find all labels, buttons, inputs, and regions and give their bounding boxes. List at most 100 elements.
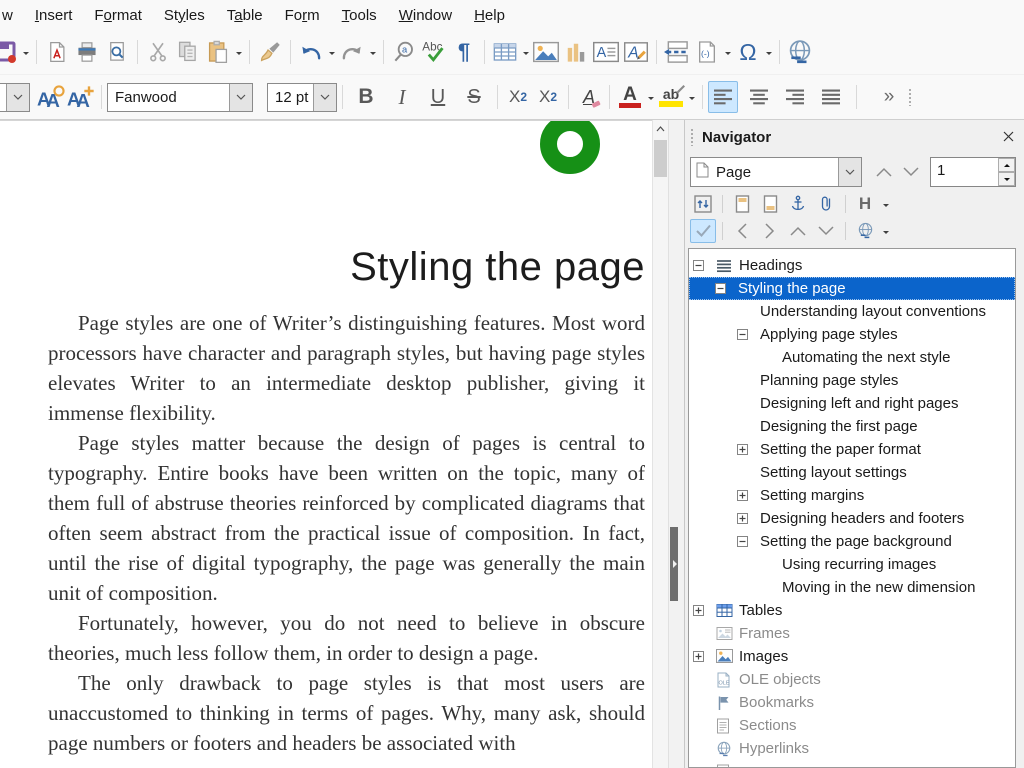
insert-field-dropdown[interactable] (722, 37, 733, 67)
clone-formatting-icon[interactable] (255, 36, 285, 68)
paste-dropdown[interactable] (233, 37, 244, 67)
back-icon[interactable] (729, 219, 755, 243)
align-center-button[interactable] (744, 81, 774, 113)
tree-item-styling-the-page[interactable]: Styling the page (689, 277, 1015, 300)
tree-item-sections[interactable]: Sections (689, 714, 1015, 737)
tree-item-hyperlinks[interactable]: Hyperlinks (689, 737, 1015, 760)
menu-item-table[interactable]: Table (216, 3, 274, 28)
subscript-button[interactable]: X2 (533, 81, 563, 113)
insert-text-box-icon[interactable]: A (591, 36, 621, 68)
tree-item-bookmarks[interactable]: Bookmarks (689, 691, 1015, 714)
expand-expander-icon[interactable] (693, 605, 704, 616)
export-pdf-icon[interactable] (42, 36, 72, 68)
insert-image-icon[interactable] (531, 36, 561, 68)
special-character-dropdown[interactable] (763, 37, 774, 67)
tree-item-images[interactable]: Images (689, 645, 1015, 668)
font-name-dropdown[interactable] (229, 84, 252, 111)
navigator-close-icon[interactable] (1003, 129, 1014, 146)
tree-item-setting-margins[interactable]: Setting margins (689, 484, 1015, 507)
insert-page-break-icon[interactable] (662, 36, 692, 68)
highlight-color-dropdown[interactable] (686, 82, 697, 112)
tree-item-applying-page-styles[interactable]: Applying page styles (689, 323, 1015, 346)
set-reminder-icon[interactable] (813, 192, 839, 216)
toolbar-grip[interactable] (908, 88, 912, 106)
update-style-icon[interactable]: AA (36, 81, 66, 113)
insert-table-icon[interactable] (490, 36, 520, 68)
justify-button[interactable] (816, 81, 846, 113)
tree-item-partial[interactable] (689, 760, 1015, 768)
copy-icon[interactable] (173, 36, 203, 68)
insert-field-icon[interactable]: (-) (692, 36, 722, 68)
insert-table-dropdown[interactable] (520, 37, 531, 67)
list-box-toggle-icon[interactable] (690, 219, 716, 243)
menu-item-styles[interactable]: Styles (153, 3, 216, 28)
undo-icon[interactable] (296, 36, 326, 68)
save-icon[interactable] (0, 36, 20, 68)
paragraph-style-combobox[interactable] (0, 83, 30, 112)
header-icon[interactable] (729, 192, 755, 216)
font-size-dropdown[interactable] (313, 84, 336, 111)
paste-icon[interactable] (203, 36, 233, 68)
heading-levels-dropdown[interactable] (880, 189, 891, 219)
print-icon[interactable] (72, 36, 102, 68)
expand-expander-icon[interactable] (737, 444, 748, 455)
footer-icon[interactable] (757, 192, 783, 216)
undo-dropdown[interactable] (326, 37, 337, 67)
anchor-icon[interactable] (785, 192, 811, 216)
spelling-check-icon[interactable]: Abc (419, 36, 449, 68)
drag-mode-icon[interactable] (852, 219, 878, 243)
new-style-icon[interactable]: AA (66, 81, 96, 113)
tree-item-automating-the-next-style[interactable]: Automating the next style (689, 346, 1015, 369)
collapse-expander-icon[interactable] (737, 329, 748, 340)
menu-item-help[interactable]: Help (463, 3, 516, 28)
special-character-icon[interactable]: Ω (733, 36, 763, 68)
spinner-up-button[interactable] (998, 158, 1015, 172)
navigate-by-combobox[interactable]: Page (690, 157, 862, 187)
document-area[interactable]: Styling the page Page styles are one of … (0, 120, 652, 768)
spinner-down-button[interactable] (998, 172, 1015, 186)
menu-item-tools[interactable]: Tools (331, 3, 388, 28)
toggle-master-view-icon[interactable] (690, 192, 716, 216)
align-right-button[interactable] (780, 81, 810, 113)
tree-item-ole-objects[interactable]: OLEOLE objects (689, 668, 1015, 691)
heading-levels-button[interactable]: H (852, 192, 878, 216)
tree-item-planning-page-styles[interactable]: Planning page styles (689, 369, 1015, 392)
green-circle-shape[interactable] (540, 120, 600, 174)
bold-button[interactable]: B (351, 81, 381, 113)
hyperlink-icon[interactable] (785, 36, 815, 68)
find-replace-icon[interactable]: a (389, 36, 419, 68)
underline-button[interactable]: U (423, 81, 453, 113)
menu-item-insert[interactable]: Insert (24, 3, 84, 28)
show-draw-functions-icon[interactable]: A (621, 36, 651, 68)
demote-icon[interactable] (813, 219, 839, 243)
expand-expander-icon[interactable] (737, 490, 748, 501)
print-preview-icon[interactable] (102, 36, 132, 68)
align-left-button[interactable] (708, 81, 738, 113)
drag-mode-dropdown[interactable] (880, 216, 891, 246)
document-paragraph[interactable]: Page styles are one of Writer’s distingu… (48, 308, 645, 428)
page-number-spinner[interactable]: 1 (930, 157, 1016, 187)
sidebar-splitter[interactable] (668, 120, 684, 768)
scrollbar-thumb[interactable] (654, 140, 667, 177)
forward-icon[interactable] (757, 219, 783, 243)
tree-item-using-recurring-images[interactable]: Using recurring images (689, 553, 1015, 576)
save-dropdown[interactable] (20, 37, 31, 67)
expand-expander-icon[interactable] (693, 651, 704, 662)
tree-item-designing-left-and-right-pages[interactable]: Designing left and right pages (689, 392, 1015, 415)
tree-item-designing-headers-and-footers[interactable]: Designing headers and footers (689, 507, 1015, 530)
promote-icon[interactable] (785, 219, 811, 243)
font-color-button[interactable]: A (615, 81, 645, 113)
insert-chart-icon[interactable] (561, 36, 591, 68)
scrollbar-up-arrow[interactable] (653, 120, 668, 138)
font-color-dropdown[interactable] (645, 82, 656, 112)
tree-item-setting-layout-settings[interactable]: Setting layout settings (689, 461, 1015, 484)
collapse-expander-icon[interactable] (715, 283, 726, 294)
tree-item-moving-in-the-new-dimension[interactable]: Moving in the new dimension (689, 576, 1015, 599)
tree-item-frames[interactable]: Frames (689, 622, 1015, 645)
tree-item-understanding-layout-conventions[interactable]: Understanding layout conventions (689, 300, 1015, 323)
strikethrough-button[interactable]: S (459, 81, 489, 113)
tree-item-setting-the-paper-format[interactable]: Setting the paper format (689, 438, 1015, 461)
highlight-color-button[interactable]: ab (656, 81, 686, 113)
document-paragraph[interactable]: The only drawback to page styles is that… (48, 668, 645, 758)
menu-item-view-partial[interactable]: w (0, 3, 24, 28)
